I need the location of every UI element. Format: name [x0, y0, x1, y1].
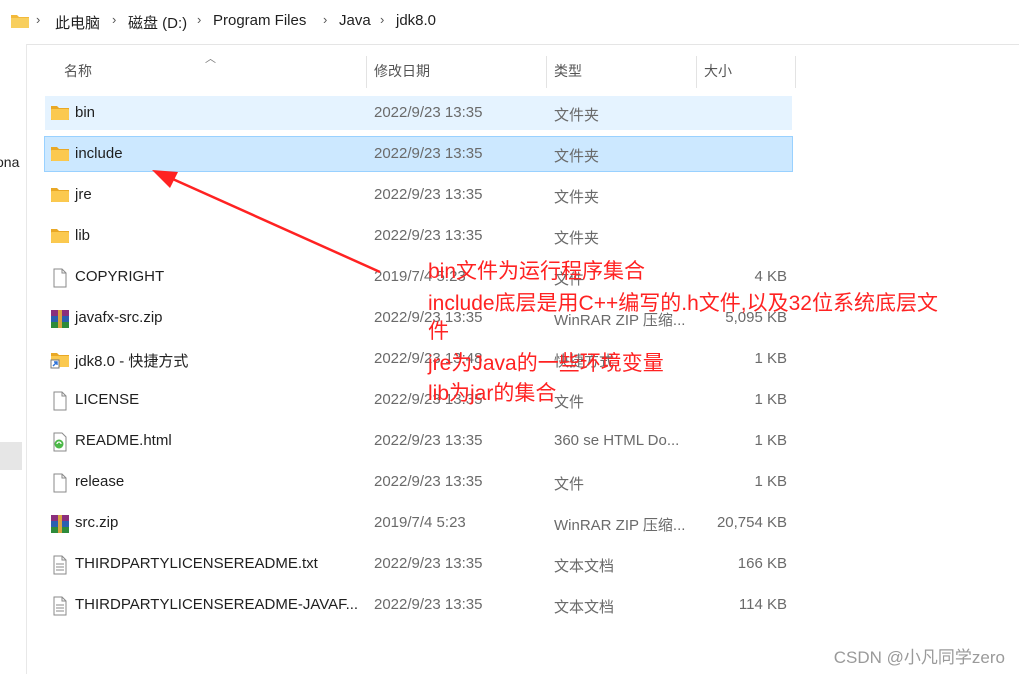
annotation-line-4: jre为Java的一些环境变量 — [428, 352, 664, 375]
annotation-arrow — [152, 170, 381, 274]
annotation-line-3: 件 — [428, 320, 449, 343]
annotation-line-1: bin文件为运行程序集合 — [428, 260, 646, 283]
annotation-line-5: lib为jar的集合 — [428, 382, 557, 405]
annotation-line-2: include底层是用C++编写的.h文件,以及32位系统底层文 — [428, 292, 938, 315]
watermark: CSDN @小凡同学zero — [833, 648, 1005, 667]
